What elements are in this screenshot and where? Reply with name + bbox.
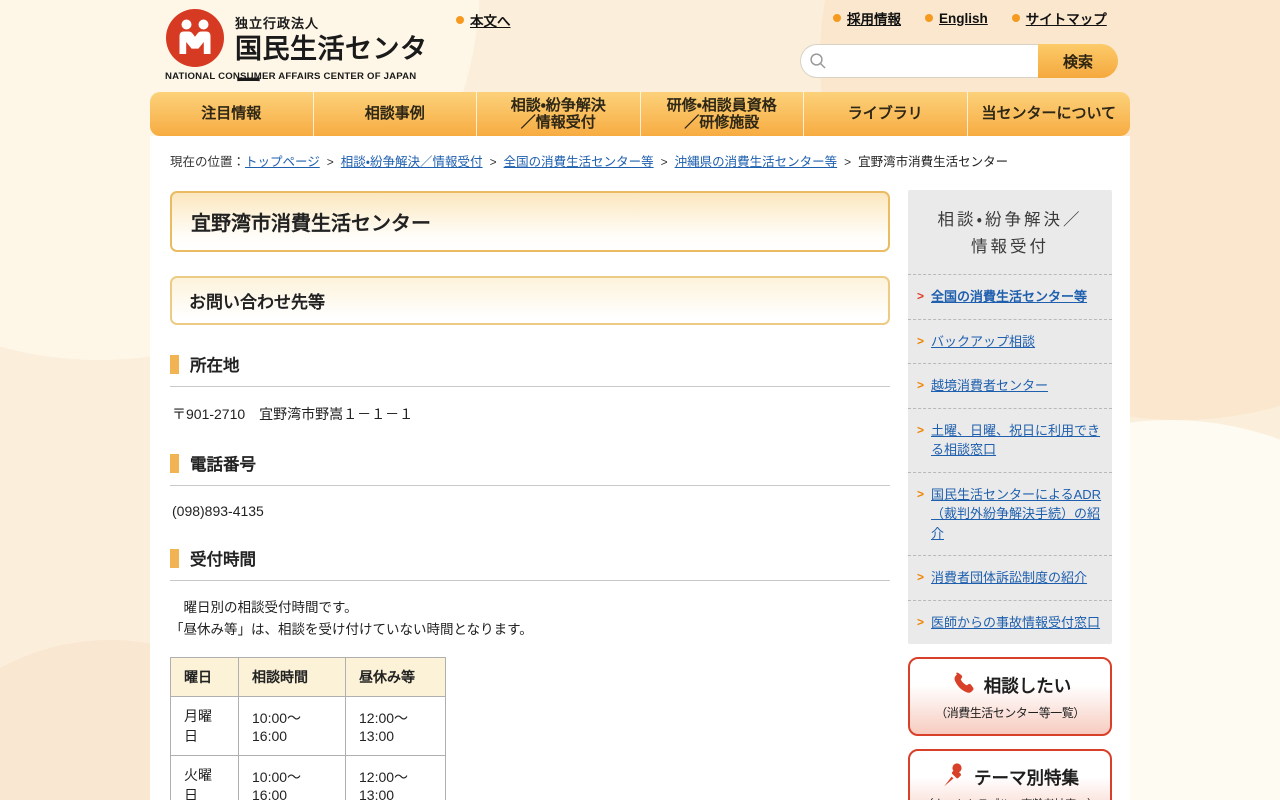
consultation-button-subtitle: （消費生活センター等一覧）: [935, 706, 1085, 721]
search-bar: 検索: [800, 44, 1118, 78]
col-header-lunch: 昼休み等: [345, 656, 446, 697]
nav-case-examples[interactable]: 相談事例: [314, 92, 477, 136]
site-logo[interactable]: 独立行政法人 国民生活センター NATIONAL CONSUMER AFFAIR…: [165, 7, 445, 96]
arrow-icon: >: [917, 378, 925, 393]
search-button[interactable]: 検索: [1038, 44, 1118, 78]
sidebar-links: > 全国の消費生活センター等 > バックアップ相談 > 越境消費者センター > …: [908, 274, 1112, 644]
nav-training[interactable]: 研修・相談員資格 ／研修施設: [641, 92, 804, 136]
bullet-icon: [833, 14, 841, 22]
sidebar: 相談・紛争解決／ 情報受付 > 全国の消費生活センター等 > バックアップ相談 …: [908, 178, 1112, 800]
org-name: 国民生活センター: [235, 34, 428, 97]
nav-consultation-dispute[interactable]: 相談・紛争解決 ／情報受付: [477, 92, 641, 136]
breadcrumb-current: 宜野湾市消費生活センター: [858, 155, 1009, 169]
breadcrumb-link-consultation[interactable]: 相談・紛争解決／情報受付: [341, 155, 483, 169]
org-prefix: 独立行政法人: [235, 16, 320, 31]
breadcrumb-link-okinawa-centers[interactable]: 沖縄県の消費生活センター等: [675, 155, 838, 169]
table-row: 火曜日 10:00～16:00 12:00～13:00: [170, 754, 446, 800]
sidebar-item-backup-consultation[interactable]: > バックアップ相談: [908, 318, 1112, 364]
sidebar-item-weekend-holiday[interactable]: > 土曜、日曜、祝日に利用できる相談窓口: [908, 407, 1112, 472]
col-header-day: 曜日: [170, 656, 239, 697]
content-area: 現在の位置： トップページ 相談・紛争解決／情報受付 全国の消費生活センター等 …: [150, 136, 1130, 800]
english-link[interactable]: English: [925, 8, 988, 28]
consultation-button-title: 相談したい: [983, 676, 1072, 697]
arrow-icon: >: [917, 422, 925, 437]
hours-note: 曜日別の相談受付時間です。 「昼休み等」は、相談を受け付けていない時間となります…: [170, 600, 533, 638]
logo-icon: [165, 8, 225, 73]
arrow-icon: >: [917, 614, 925, 629]
sidebar-item-doctor-reports[interactable]: > 医師からの事故情報受付窓口: [908, 599, 1112, 645]
bullet-icon: [1011, 14, 1020, 22]
pushpin-icon: [941, 762, 965, 793]
sidebar-item-cross-border[interactable]: > 越境消費者センター: [908, 363, 1112, 408]
sitemap-link[interactable]: サイトマップ: [1011, 8, 1107, 28]
sidebar-item-consumer-lawsuit[interactable]: > 消費者団体訴訟制度の紹介: [908, 555, 1112, 600]
nav-library[interactable]: ライブラリ: [804, 92, 968, 136]
sidebar-item-adr[interactable]: > 国民生活センターによるADR（裁判外紛争解決手続）の紹介: [908, 471, 1112, 556]
table-row: 月曜日 10:00～16:00 12:00～13:00: [170, 695, 446, 756]
sidebar-item-national-centers[interactable]: > 全国の消費生活センター等: [908, 274, 1112, 319]
skip-to-content-link[interactable]: 本文へ: [456, 10, 511, 30]
phone-heading: 電話番号: [170, 451, 890, 486]
site-header: 独立行政法人 国民生活センター NATIONAL CONSUMER AFFAIR…: [0, 0, 1280, 96]
theme-feature-button-title: テーマ別特集: [974, 768, 1079, 789]
breadcrumb-label: 現在の位置：: [170, 155, 246, 169]
recruit-link[interactable]: 採用情報: [833, 8, 901, 28]
main-column: 宜野湾市消費生活センター お問い合わせ先等 所在地 〒901-2710 宜野湾市…: [170, 178, 890, 800]
breadcrumb-link-national-centers[interactable]: 全国の消費生活センター等: [504, 155, 654, 169]
phone-number-text: (098)893-4135: [172, 503, 264, 519]
nav-attention[interactable]: 注目情報: [150, 92, 314, 136]
bullet-icon: [925, 14, 933, 22]
sidebar-title: 相談・紛争解決／ 情報受付: [937, 211, 1083, 257]
arrow-icon: >: [917, 570, 925, 585]
org-name-en: NATIONAL CONSUMER AFFAIRS CENTER OF JAPA…: [165, 71, 417, 82]
search-input[interactable]: [800, 44, 1038, 78]
heading-bar-icon: [170, 548, 179, 568]
theme-feature-button[interactable]: テーマ別特集 （ネットトラブル、高齢者被害…）: [908, 749, 1112, 800]
arrow-icon: >: [917, 289, 925, 304]
address-heading: 所在地: [170, 352, 890, 387]
arrow-icon: >: [917, 486, 925, 501]
global-nav: 注目情報 相談事例 相談・紛争解決 ／情報受付 研修・相談員資格 ／研修施設 ラ…: [150, 92, 1130, 136]
page-title: 宜野湾市消費生活センター: [170, 191, 890, 252]
heading-bar-icon: [170, 453, 179, 473]
breadcrumb-link-top[interactable]: トップページ: [245, 155, 320, 169]
bullet-icon: [456, 16, 464, 24]
arrow-icon: >: [917, 333, 925, 348]
theme-feature-button-subtitle: （ネットトラブル、高齢者被害…）: [916, 796, 1104, 800]
address-text: 〒901-2710 宜野湾市野嵩１－１－１: [172, 406, 414, 422]
consultation-button[interactable]: 相談したい （消費生活センター等一覧）: [908, 657, 1112, 737]
hours-heading: 受付時間: [170, 546, 890, 581]
table-header-row: 曜日 相談時間 昼休み等: [170, 656, 446, 697]
heading-bar-icon: [170, 354, 179, 374]
breadcrumb: 現在の位置： トップページ 相談・紛争解決／情報受付 全国の消費生活センター等 …: [150, 136, 1130, 178]
col-header-time: 相談時間: [238, 656, 346, 697]
hours-table: 曜日 相談時間 昼休み等 月曜日 10:00～16:00 12:00～13:00…: [170, 656, 446, 800]
utility-links: 採用情報 English サイトマップ: [833, 8, 1107, 28]
phone-icon: [949, 670, 975, 701]
sidebar-panel: 相談・紛争解決／ 情報受付 > 全国の消費生活センター等 > バックアップ相談 …: [908, 190, 1112, 645]
search-icon: [809, 52, 827, 75]
nav-about-center[interactable]: 当センターについて: [968, 92, 1131, 136]
contact-box-title: お問い合わせ先等: [170, 276, 890, 325]
